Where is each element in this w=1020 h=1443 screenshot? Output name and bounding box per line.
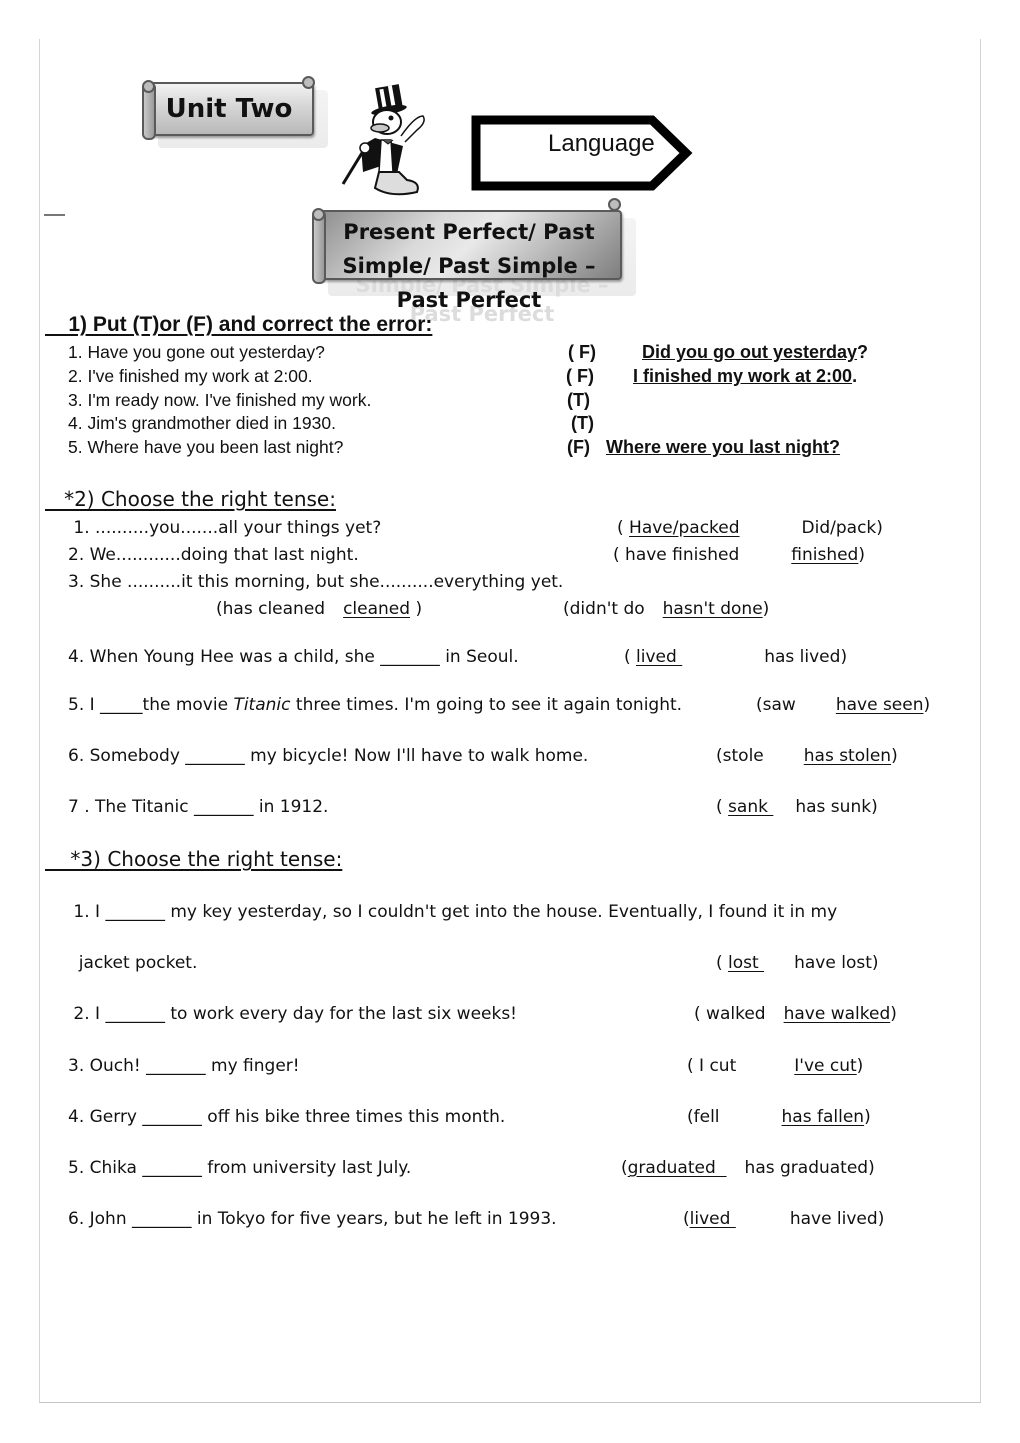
- s3-item-5-options: (graduated has graduated): [621, 1158, 875, 1178]
- s3-item-1-option-1[interactable]: lost: [728, 953, 764, 973]
- s2-item-5-option-2[interactable]: have seen: [836, 695, 924, 715]
- titanic-title: Titanic: [233, 695, 291, 715]
- s3-item-1-options: ( lost have lost): [716, 953, 879, 973]
- s1-item-2-correction: I finished my work at 2:00: [633, 366, 853, 386]
- s3-item-1-text: 1. I _______ my key yesterday, so I coul…: [68, 902, 838, 922]
- s2-item-2-option-1[interactable]: have finished: [625, 545, 739, 565]
- s1-item-5-text: 5. Where have you been last night?: [68, 437, 344, 457]
- s2-item-7-text: 7 . The Titanic _______ in 1912.: [68, 797, 329, 817]
- topic-banner-line3: Past Perfect: [396, 288, 542, 312]
- s1-item-1-text: 1. Have you gone out yesterday?: [68, 342, 325, 362]
- s3-item-1-option-2[interactable]: have lost: [794, 953, 872, 973]
- s2-item-5-text: 5. I _____the movie Titanic three times.…: [68, 695, 683, 715]
- s1-item-1-answer: Did you go out yesterday?: [642, 342, 868, 363]
- s2-item-2-text: 2. We............doing that last night.: [68, 545, 359, 565]
- s2-item-3-text: 3. She ..........it this morning, but sh…: [68, 572, 564, 592]
- s3-item-3-option-1[interactable]: I cut: [699, 1056, 736, 1076]
- s3-item-6-text: 6. John _______ in Tokyo for five years,…: [68, 1209, 557, 1229]
- s3-item-3-options: ( I cut I've cut): [687, 1056, 864, 1076]
- s1-item-2-mark: ( F): [566, 366, 594, 386]
- s2-item-4-option-2[interactable]: has lived: [764, 647, 840, 667]
- language-label: Language: [548, 130, 655, 157]
- s3-item-6-option-1[interactable]: lived: [690, 1209, 736, 1229]
- s3-item-5-text: 5. Chika _______ from university last Ju…: [68, 1158, 412, 1178]
- s2-item-7-options: ( sank has sunk): [716, 797, 878, 817]
- s1-item-2-tail: .: [852, 366, 858, 386]
- s2-item-4-option-1[interactable]: lived: [636, 647, 682, 667]
- s3-item-4-option-2[interactable]: has fallen: [782, 1107, 865, 1127]
- section2-heading: *2) Choose the right tense:: [45, 487, 336, 511]
- s2-item-3b-option-2[interactable]: hasn't done: [663, 599, 763, 619]
- s2-item-3a-option-1[interactable]: has cleaned: [223, 599, 325, 619]
- s3-item-2-options: ( walked have walked): [694, 1004, 897, 1024]
- s3-item-4-text: 4. Gerry _______ off his bike three time…: [68, 1107, 506, 1127]
- s1-item-4-text: 4. Jim's grandmother died in 1930.: [68, 413, 336, 433]
- s2-item-4-text: 4. When Young Hee was a child, she _____…: [68, 647, 519, 667]
- s1-item-5-correction: Where were you last night?: [606, 437, 841, 457]
- s2-item-1-options: ( Have/packed Did/pack): [617, 518, 883, 538]
- s3-item-1-text-cont: jacket pocket.: [68, 953, 198, 973]
- s2-item-6-text: 6. Somebody _______ my bicycle! Now I'll…: [68, 746, 589, 766]
- s2-item-7-option-2[interactable]: has sunk: [795, 797, 871, 817]
- s1-item-1-tail: ?: [857, 342, 869, 362]
- s1-item-1-mark: ( F): [568, 342, 596, 362]
- unit-banner-title: Unit Two: [165, 94, 293, 124]
- s2-item-6-option-2[interactable]: has stolen: [804, 746, 891, 766]
- s3-item-5-option-1[interactable]: graduated: [628, 1158, 727, 1178]
- s2-item-3b-option-1[interactable]: didn't do: [570, 599, 645, 619]
- s2-item-3a-options: (has cleaned cleaned ): [216, 599, 423, 619]
- section1-heading: 1) Put (T)or (F) and correct the error:: [45, 313, 433, 336]
- s2-item-6-option-1[interactable]: stole: [723, 746, 764, 766]
- s3-item-4-options: (fell has fallen): [687, 1107, 871, 1127]
- s3-item-2-option-2[interactable]: have walked: [784, 1004, 891, 1024]
- s3-item-5-option-2[interactable]: has graduated: [745, 1158, 869, 1178]
- s1-item-4-mark: (T): [571, 413, 594, 433]
- s1-item-1-correction: Did you go out yesterday: [642, 342, 858, 362]
- s2-item-5-options: (saw have seen): [756, 695, 931, 715]
- s3-item-6-option-2[interactable]: have lived: [790, 1209, 878, 1229]
- s2-item-1-option-1[interactable]: Have/packed: [629, 518, 740, 538]
- left-margin-dash: [44, 214, 65, 216]
- s1-item-3-mark: (T): [567, 390, 590, 410]
- s2-item-3a-option-2[interactable]: cleaned: [343, 599, 410, 619]
- topic-banner-line2: Simple/ Past Simple –: [342, 254, 596, 278]
- s3-item-3-text: 3. Ouch! _______ my finger!: [68, 1056, 300, 1076]
- s2-item-4-options: ( lived has lived): [624, 647, 848, 667]
- s2-item-1-text: 1. ..........you.......all your things y…: [68, 518, 382, 538]
- s3-item-6-options: (lived have lived): [683, 1209, 885, 1229]
- s1-item-5-mark: (F): [567, 437, 590, 457]
- section3-heading: *3) Choose the right tense:: [45, 847, 343, 871]
- s2-item-5-option-1[interactable]: saw: [763, 695, 796, 715]
- s3-item-3-option-2[interactable]: I've cut: [794, 1056, 856, 1076]
- s3-item-2-option-1[interactable]: walked: [706, 1004, 766, 1024]
- s1-item-3-text: 3. I'm ready now. I've finished my work.: [68, 390, 372, 410]
- topic-banner-line1: Present Perfect/ Past: [343, 220, 595, 244]
- s2-item-2-option-2[interactable]: finished: [791, 545, 858, 565]
- s1-item-2-answer: I finished my work at 2:00.: [633, 366, 857, 387]
- s2-item-7-option-1[interactable]: sank: [728, 797, 773, 817]
- s1-item-2-text: 2. I've finished my work at 2:00.: [68, 366, 313, 386]
- s3-item-2-text: 2. I _______ to work every day for the l…: [68, 1004, 517, 1024]
- s3-item-4-option-1[interactable]: fell: [694, 1107, 720, 1127]
- s2-item-1-option-2[interactable]: Did/pack: [802, 518, 877, 538]
- duck-mascot-icon: [341, 84, 425, 196]
- s2-item-2-options: ( have finished finished): [613, 545, 865, 565]
- s2-item-3b-options: (didn't do hasn't done): [563, 599, 770, 619]
- s2-item-6-options: (stole has stolen): [716, 746, 898, 766]
